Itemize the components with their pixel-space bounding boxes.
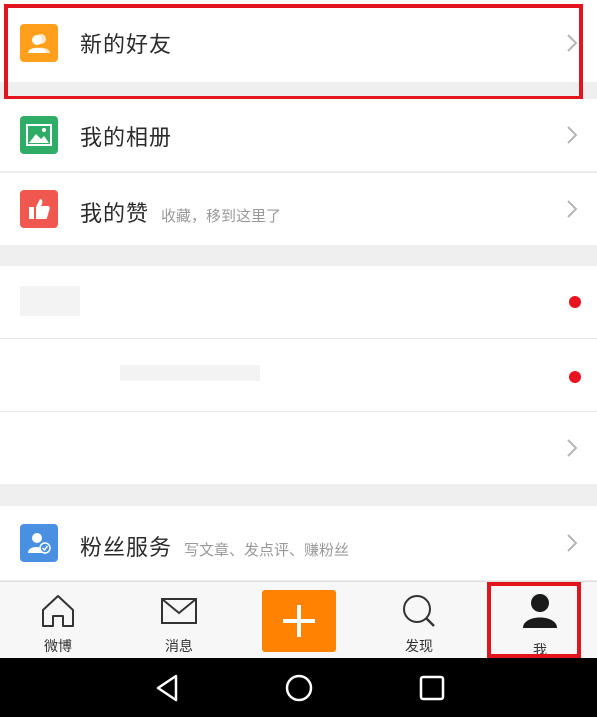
menu-item-subtitle: 收藏，移到这里了 (161, 207, 282, 225)
notification-dot (569, 296, 581, 308)
user-icon (523, 594, 557, 628)
menu-item-label: 新的好友 (80, 33, 173, 58)
home-icon (42, 595, 74, 627)
menu-item-title: 我的赞 (80, 202, 150, 227)
system-navigation-bar (0, 658, 597, 717)
picture-icon (20, 116, 58, 154)
notification-dot (569, 371, 581, 383)
menu-item-hidden-3[interactable] (0, 412, 597, 484)
chevron-right-icon (567, 200, 578, 218)
recent-apps-icon[interactable] (414, 670, 450, 706)
tab-label: 发现 (405, 639, 433, 655)
menu-item-label: 我的赞 收藏，移到这里了 (80, 196, 281, 228)
tab-messages[interactable]: 消息 (139, 582, 219, 658)
chevron-right-icon (567, 126, 578, 144)
envelope-icon (161, 598, 197, 624)
tab-label: 微博 (44, 639, 72, 655)
menu-item-title: 粉丝服务 (80, 536, 173, 561)
chevron-right-icon (567, 34, 578, 52)
blurred-content (20, 286, 80, 316)
menu-item-new-friends[interactable]: 新的好友 (0, 0, 597, 82)
fans-service-icon (20, 524, 58, 562)
search-icon (403, 595, 435, 627)
compose-plus-button[interactable] (262, 590, 336, 652)
blurred-content (120, 365, 260, 381)
menu-item-label: 我的相册 (80, 126, 173, 151)
tab-me[interactable]: 我 (500, 582, 580, 659)
back-icon[interactable] (150, 670, 186, 706)
tab-discover[interactable]: 发现 (379, 582, 459, 658)
menu-item-fans-service[interactable]: 粉丝服务 写文章、发点评、赚粉丝 (0, 506, 597, 580)
friends-icon (20, 24, 58, 62)
home-circle-icon[interactable] (281, 670, 317, 706)
chevron-right-icon (567, 534, 578, 552)
menu-item-subtitle: 写文章、发点评、赚粉丝 (184, 541, 350, 559)
thumbs-up-icon (20, 190, 58, 228)
plus-icon (283, 605, 315, 637)
tab-label: 消息 (165, 639, 193, 655)
chevron-right-icon (567, 439, 578, 457)
bottom-tab-bar: 微博 消息 发现 我 (0, 581, 597, 659)
tab-label: 我 (533, 643, 547, 659)
menu-item-likes[interactable]: 我的赞 收藏，移到这里了 (0, 173, 597, 245)
menu-item-hidden-2[interactable] (0, 339, 597, 411)
menu-item-album[interactable]: 我的相册 (0, 99, 597, 171)
menu-item-label: 粉丝服务 写文章、发点评、赚粉丝 (80, 530, 349, 562)
menu-item-hidden-1[interactable] (0, 266, 597, 338)
tab-home[interactable]: 微博 (18, 582, 98, 658)
